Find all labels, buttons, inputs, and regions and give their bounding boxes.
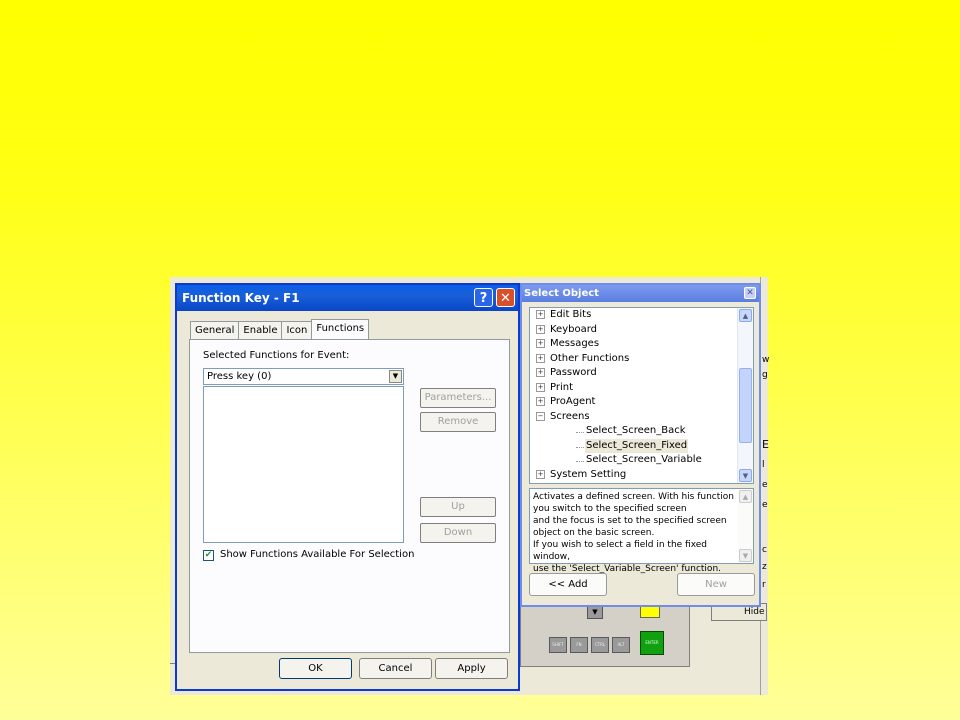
help-icon[interactable]: ? — [474, 288, 493, 307]
tree-item-print[interactable]: + Print — [536, 381, 573, 395]
tree-connector — [576, 432, 584, 433]
scroll-down-icon[interactable]: ▼ — [739, 469, 752, 482]
function-key-dialog: Function Key - F1 ? ✕ General Enable Ico… — [175, 283, 520, 691]
tab-strip: General Enable Icon Functions — [190, 319, 370, 339]
tree-item-messages[interactable]: + Messages — [536, 337, 599, 351]
partial-label: e — [762, 500, 768, 510]
tree-connector — [576, 447, 584, 448]
parameters-button[interactable]: Parameters... — [420, 388, 496, 408]
scroll-thumb[interactable] — [739, 368, 752, 443]
chevron-down-icon[interactable]: ▼ — [389, 370, 402, 383]
expand-icon[interactable]: + — [536, 324, 545, 334]
function-tree[interactable]: + Edit Bits + Keyboard + Messages + Other Fu… — [529, 307, 754, 484]
close-icon[interactable]: ✕ — [744, 287, 756, 299]
functions-tab-panel: Selected Functions for Event: Press key … — [189, 339, 510, 653]
partial-label: E — [762, 438, 769, 451]
tree-item-select-screen-fixed[interactable]: Select_Screen_Fixed — [585, 439, 689, 453]
tree-connector — [576, 461, 584, 462]
tree-item-edit-bits[interactable]: + Edit Bits — [536, 308, 591, 322]
function-description: Activates a defined screen. With his fun… — [529, 488, 754, 574]
collapse-icon[interactable]: − — [536, 411, 545, 421]
expand-icon[interactable]: + — [536, 353, 545, 363]
dialog-titlebar[interactable]: Function Key - F1 ? ✕ — [177, 285, 518, 311]
partial-label: w — [762, 355, 770, 365]
add-button[interactable]: << Add — [529, 573, 607, 596]
tree-item-other-functions[interactable]: + Other Functions — [536, 352, 629, 366]
keypad-key[interactable]: ALT — [612, 637, 630, 653]
partial-label: g — [762, 370, 768, 380]
tab-icon[interactable]: Icon — [281, 321, 313, 339]
description-line: and the focus is set to the specified sc… — [533, 516, 727, 526]
expand-icon[interactable]: + — [536, 338, 545, 348]
partial-label: e — [762, 480, 768, 490]
keypad-key[interactable]: FN — [570, 637, 588, 653]
up-button[interactable]: Up — [420, 497, 496, 517]
description-scrollbar[interactable]: ▲ ▼ — [738, 489, 753, 563]
tree-item-keyboard[interactable]: + Keyboard — [536, 323, 597, 337]
dialog-title: Function Key - F1 — [182, 291, 300, 305]
partial-label: z — [762, 562, 767, 572]
show-functions-checkbox[interactable]: ✔ — [203, 550, 214, 561]
scroll-up-icon[interactable]: ▲ — [739, 490, 752, 503]
scroll-up-icon[interactable]: ▲ — [739, 309, 752, 322]
new-button[interactable]: New — [677, 573, 755, 596]
expand-icon[interactable]: + — [536, 382, 545, 392]
show-functions-label: Show Functions Available For Selection — [220, 549, 415, 560]
expand-icon[interactable]: + — [536, 396, 545, 406]
tab-general[interactable]: General — [190, 321, 240, 339]
tree-item-password[interactable]: + Password — [536, 366, 597, 380]
remove-button[interactable]: Remove — [420, 412, 496, 432]
close-icon[interactable]: ✕ — [496, 288, 515, 307]
event-combo[interactable]: Press key (0) ▼ — [203, 368, 404, 385]
scroll-down-icon[interactable]: ▼ — [739, 549, 752, 562]
down-button[interactable]: Down — [420, 523, 496, 543]
description-line: you switch to the specified screen — [533, 504, 687, 514]
keypad-key[interactable]: CTRL — [591, 637, 609, 653]
tree-item-select-screen-back[interactable]: Select_Screen_Back — [586, 424, 686, 438]
description-line: If you wish to select a field in the fix… — [533, 540, 708, 562]
tree-item-system-setting[interactable]: + System Setting — [536, 468, 626, 482]
event-combo-value: Press key (0) — [207, 371, 272, 382]
expand-icon[interactable]: + — [536, 469, 545, 479]
expand-icon[interactable]: + — [536, 367, 545, 377]
expand-icon[interactable]: + — [536, 309, 545, 319]
select-object-title: Select Object — [524, 288, 599, 299]
select-object-titlebar[interactable]: Select Object ✕ — [522, 285, 759, 302]
partial-label: c — [762, 545, 767, 555]
description-line: object on the basic screen. — [533, 528, 655, 538]
partial-label: l — [762, 460, 765, 470]
keypad-key[interactable]: SHIFT — [549, 637, 567, 653]
tab-functions[interactable]: Functions — [311, 319, 370, 339]
tree-scrollbar[interactable]: ▲ ▼ — [737, 308, 753, 483]
selected-functions-label: Selected Functions for Event: — [203, 350, 350, 361]
select-object-window: Select Object ✕ + Edit Bits + Keyboard + Me… — [520, 283, 761, 607]
keypad-down-key[interactable]: ▼ — [587, 605, 603, 619]
keypad-enter-key[interactable]: ENTER — [640, 631, 664, 655]
description-line: Activates a defined screen. With his fun… — [533, 492, 734, 502]
tree-item-screens[interactable]: − Screens — [536, 410, 590, 424]
partial-label: r — [762, 580, 766, 590]
keypad-keys: SHIFT FN CTRL ALT — [549, 637, 630, 653]
cancel-button[interactable]: Cancel — [359, 658, 432, 679]
apply-button[interactable]: Apply — [435, 658, 508, 679]
tab-enable[interactable]: Enable — [238, 321, 283, 339]
tree-item-select-screen-variable[interactable]: Select_Screen_Variable — [586, 453, 702, 467]
tree-item-proagent[interactable]: + ProAgent — [536, 395, 595, 409]
selected-functions-list[interactable] — [203, 386, 404, 543]
ok-button[interactable]: OK — [279, 658, 352, 679]
